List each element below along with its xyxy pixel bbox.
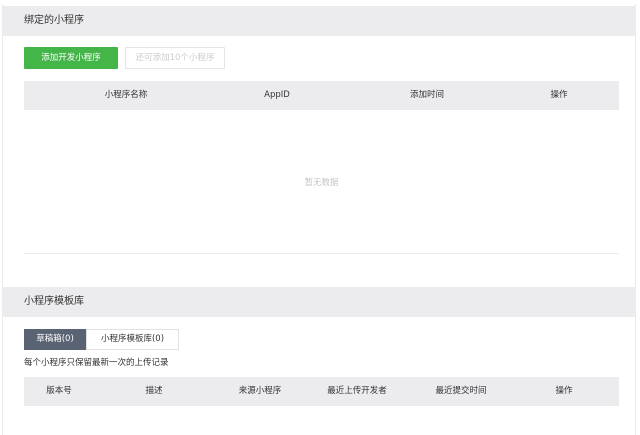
column-header-appid: AppID	[264, 90, 290, 100]
empty-state-text: 暂无数据	[304, 178, 339, 188]
remaining-quota-button: 还可添加10个小程序	[125, 47, 225, 69]
bound-section-title: 绑定的小程序	[24, 15, 84, 26]
column-header-description: 描述	[145, 386, 163, 396]
bound-mini-programs-header: 绑定的小程序	[3, 6, 635, 36]
upload-record-note: 每个小程序只保留最新一次的上传记录	[24, 358, 169, 368]
bound-table-header: 小程序名称 AppID 添加时间 操作	[24, 81, 619, 110]
tab-template-library[interactable]: 小程序模板库(0)	[86, 329, 179, 350]
mini-program-settings-page: 绑定的小程序 添加开发小程序 还可添加10个小程序 小程序名称 AppID 添加…	[2, 4, 636, 435]
bound-table-body: 暂无数据	[24, 110, 619, 254]
column-header-source: 来源小程序	[238, 386, 282, 396]
tab-drafts[interactable]: 草稿箱(0)	[24, 329, 86, 350]
column-header-last-uploader: 最近上传开发者	[327, 386, 387, 396]
column-header-template-actions: 操作	[555, 386, 573, 396]
template-library-header: 小程序模板库	[3, 287, 635, 317]
template-section-title: 小程序模板库	[24, 296, 84, 307]
template-table-header: 版本号 描述 来源小程序 最近上传开发者 最近提交时间 操作	[24, 377, 619, 406]
add-dev-mini-program-button[interactable]: 添加开发小程序	[24, 47, 118, 69]
column-header-actions: 操作	[550, 90, 568, 100]
column-header-added-time: 添加时间	[409, 90, 444, 100]
column-header-last-submit-time: 最近提交时间	[435, 386, 487, 396]
column-header-version: 版本号	[46, 386, 72, 396]
column-header-name: 小程序名称	[104, 90, 148, 100]
